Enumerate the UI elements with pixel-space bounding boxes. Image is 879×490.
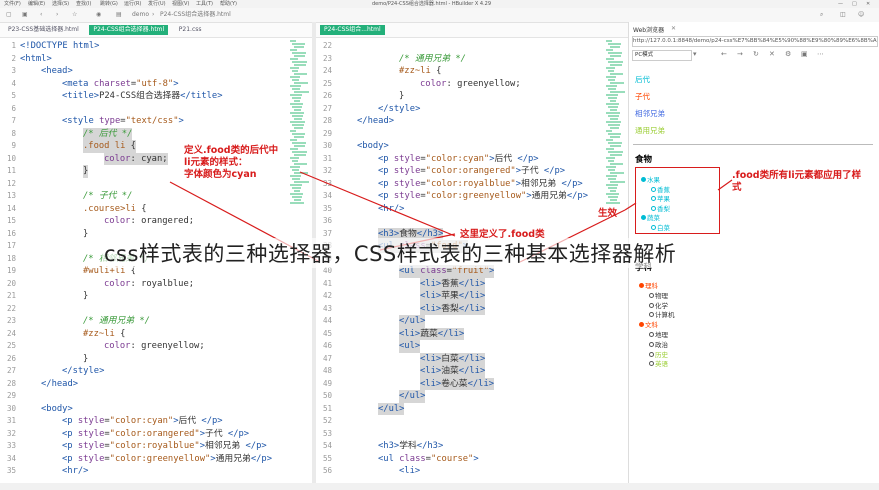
status-bar	[0, 483, 879, 490]
arrow-line-2	[299, 171, 456, 237]
article-caption: css样式表的三种选择器，CSS样式表的三种基本选择器解析	[102, 238, 679, 268]
arrow-line-6	[717, 179, 733, 191]
arrow-line-5	[624, 202, 637, 211]
